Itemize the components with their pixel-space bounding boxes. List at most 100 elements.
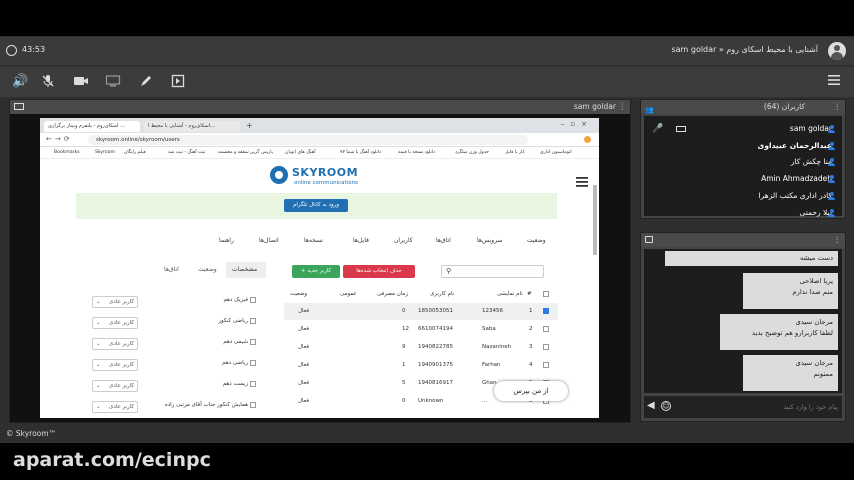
- select-all-checkbox[interactable]: [543, 291, 549, 297]
- share-presenter-name: sam goldar: [573, 102, 616, 111]
- pen-icon[interactable]: [138, 74, 154, 90]
- user-list-item[interactable]: عبدالرحمان عبیداوی: [757, 141, 832, 150]
- row-index: 1: [529, 308, 533, 314]
- top-bar: 43:53 sam goldar » آشنایی با محیط اسکای …: [0, 37, 854, 65]
- page-scrollbar[interactable]: [593, 185, 597, 255]
- permission-checkbox[interactable]: [250, 297, 256, 303]
- permission-checkbox[interactable]: [250, 360, 256, 366]
- row-checkbox[interactable]: [543, 308, 549, 314]
- nav-versions[interactable]: نسخه‌ها: [304, 237, 323, 244]
- panel-menu-icon[interactable]: ⋮: [834, 233, 842, 247]
- chat-message: مرجان سیدی ممنونم: [743, 355, 838, 391]
- nav-files[interactable]: فایل‌ها: [353, 237, 369, 244]
- bookmark-item[interactable]: Skyroom: [95, 150, 115, 155]
- row-checkbox[interactable]: [543, 362, 549, 368]
- permission-checkbox[interactable]: [250, 402, 256, 408]
- row-status: فعال: [298, 380, 309, 386]
- permission-checkbox[interactable]: [250, 318, 256, 324]
- role-select[interactable]: ⌄ کاربر عادی: [92, 380, 138, 392]
- role-select-value: کاربر عادی: [109, 383, 134, 389]
- nav-rooms[interactable]: اتاق‌ها: [436, 237, 451, 244]
- speaker-icon[interactable]: 🔊: [12, 74, 28, 90]
- bookmark-item[interactable]: پاریس گرین: [250, 150, 273, 155]
- nav-services[interactable]: سرویس‌ها: [477, 237, 503, 244]
- user-list-item[interactable]: کادر اداری مکتب الزهرا: [759, 191, 832, 200]
- user-list-item[interactable]: Amin Ahmadzadeh: [761, 174, 832, 183]
- new-tab-icon[interactable]: +: [246, 121, 253, 130]
- whiteboard-icon[interactable]: [170, 74, 186, 90]
- row-usage: 0: [402, 398, 406, 404]
- clock-icon: [6, 45, 17, 56]
- tab-status[interactable]: وضعیت: [198, 266, 217, 273]
- bookmark-item[interactable]: کار با فایل: [505, 150, 525, 155]
- permission-checkbox[interactable]: [250, 339, 256, 345]
- nav-help[interactable]: راهنما: [219, 237, 234, 244]
- camera-icon[interactable]: [73, 74, 89, 90]
- address-bar-row: ←→⟳ skyroom.online/skyroom/users: [40, 133, 599, 147]
- row-checkbox[interactable]: [543, 344, 549, 350]
- permission-label: همایش کنکور جناب آقای مرتبی زاده: [164, 402, 248, 408]
- role-select-value: کاربر عادی: [109, 320, 134, 326]
- bookmarks-bar: Bookmarks Skyroom فیلم رایگان ثبت آهنگ -…: [40, 147, 599, 159]
- user-list-item[interactable]: منا چکش کار: [791, 157, 832, 166]
- ask-me-tooltip[interactable]: از من بپرس: [494, 381, 568, 401]
- role-select[interactable]: ⌄ کاربر عادی: [92, 401, 138, 413]
- screen-share-icon[interactable]: [105, 74, 121, 90]
- users-panel-header: 👥 کاربران (64) ⋮: [641, 100, 845, 114]
- col-status: وضعیت: [290, 291, 308, 297]
- nav-connections[interactable]: اتصال‌ها: [259, 237, 279, 244]
- row-checkbox[interactable]: [543, 326, 549, 332]
- bookmark-item[interactable]: سقفه و مجسمه: [218, 150, 249, 155]
- role-select[interactable]: ⌄ کاربر عادی: [92, 359, 138, 371]
- panel-menu-icon[interactable]: ⋮: [834, 100, 842, 114]
- telegram-button[interactable]: ورود به کانال تلگرام: [284, 199, 348, 212]
- bookmark-item[interactable]: ثبت آهنگ - ثبت شد: [168, 150, 205, 155]
- browser-tab-1[interactable]: اسکای‌روم - پلتفرم وبینار برگزاری ...: [44, 121, 140, 132]
- avatar[interactable]: [828, 42, 846, 60]
- add-user-button[interactable]: + کاربر جدید: [292, 265, 340, 278]
- nav-arrows-icon[interactable]: ←→⟳: [46, 135, 73, 143]
- tab-rooms[interactable]: اتاق‌ها: [164, 266, 179, 273]
- tab-profile[interactable]: مشخصات: [232, 266, 257, 273]
- nav-status[interactable]: وضعیت: [527, 237, 546, 244]
- user-search-input[interactable]: ⚲: [441, 265, 544, 278]
- nav-users[interactable]: کاربران: [394, 237, 413, 244]
- role-select[interactable]: ⌄ کاربر عادی: [92, 338, 138, 350]
- hamburger-icon[interactable]: [576, 172, 588, 191]
- emoji-icon[interactable]: ☺: [661, 401, 671, 411]
- permission-checkbox[interactable]: [250, 381, 256, 387]
- bookmark-item[interactable]: اتوماسیون اداری: [540, 150, 572, 155]
- skyroom-logo-text: SKYROOM: [292, 166, 359, 179]
- skyroom-logo-subtitle: online communications: [294, 180, 358, 186]
- url-field[interactable]: skyroom.online/skyroom/users: [88, 135, 528, 145]
- bookmark-item[interactable]: دانلود آهنگ با شما ۷۷: [340, 150, 381, 155]
- user-icon: [828, 142, 835, 150]
- chat-message: دست میشه: [665, 251, 838, 266]
- bookmark-item[interactable]: جدول وزن میلگرد: [455, 150, 489, 155]
- chat-input[interactable]: [676, 399, 838, 415]
- skyroom-logo-icon: [270, 166, 288, 184]
- col-usage: زمان مصرفی: [377, 291, 409, 297]
- user-icon: [828, 158, 835, 166]
- role-select[interactable]: ⌄ کاربر عادی: [92, 296, 138, 308]
- row-usage: 0: [402, 308, 406, 314]
- mic-muted-icon[interactable]: [40, 74, 56, 90]
- profile-icon[interactable]: [584, 136, 591, 143]
- bookmark-item[interactable]: دانلود نسخه با قیمه: [398, 150, 435, 155]
- row-status: فعال: [298, 398, 309, 404]
- delete-selected-button[interactable]: حذف انتخاب شده‌ها: [343, 265, 415, 278]
- bookmark-item[interactable]: Bookmarks: [54, 150, 80, 155]
- share-panel-header: sam goldar ⋮: [10, 100, 630, 114]
- window-controls[interactable]: –▫×: [561, 120, 593, 128]
- browser-tab-2[interactable]: اسکای‌روم - آشنایی با محیط ا...: [144, 121, 240, 132]
- footer: © Skyroom™: [0, 425, 854, 443]
- send-icon[interactable]: ◀: [647, 400, 655, 411]
- bookmark-item[interactable]: فیلم رایگان: [124, 150, 146, 155]
- users-icon: 👥: [645, 106, 654, 114]
- panel-menu-icon[interactable]: ⋮: [619, 100, 627, 114]
- bookmark-item[interactable]: آهنگ های اتوبان: [285, 150, 316, 155]
- role-select[interactable]: ⌄ کاربر عادی: [92, 317, 138, 329]
- chat-input-bar: ◀ ☺: [644, 396, 842, 418]
- user-list-item[interactable]: sam goldar: [790, 124, 832, 133]
- menu-icon[interactable]: [826, 74, 842, 90]
